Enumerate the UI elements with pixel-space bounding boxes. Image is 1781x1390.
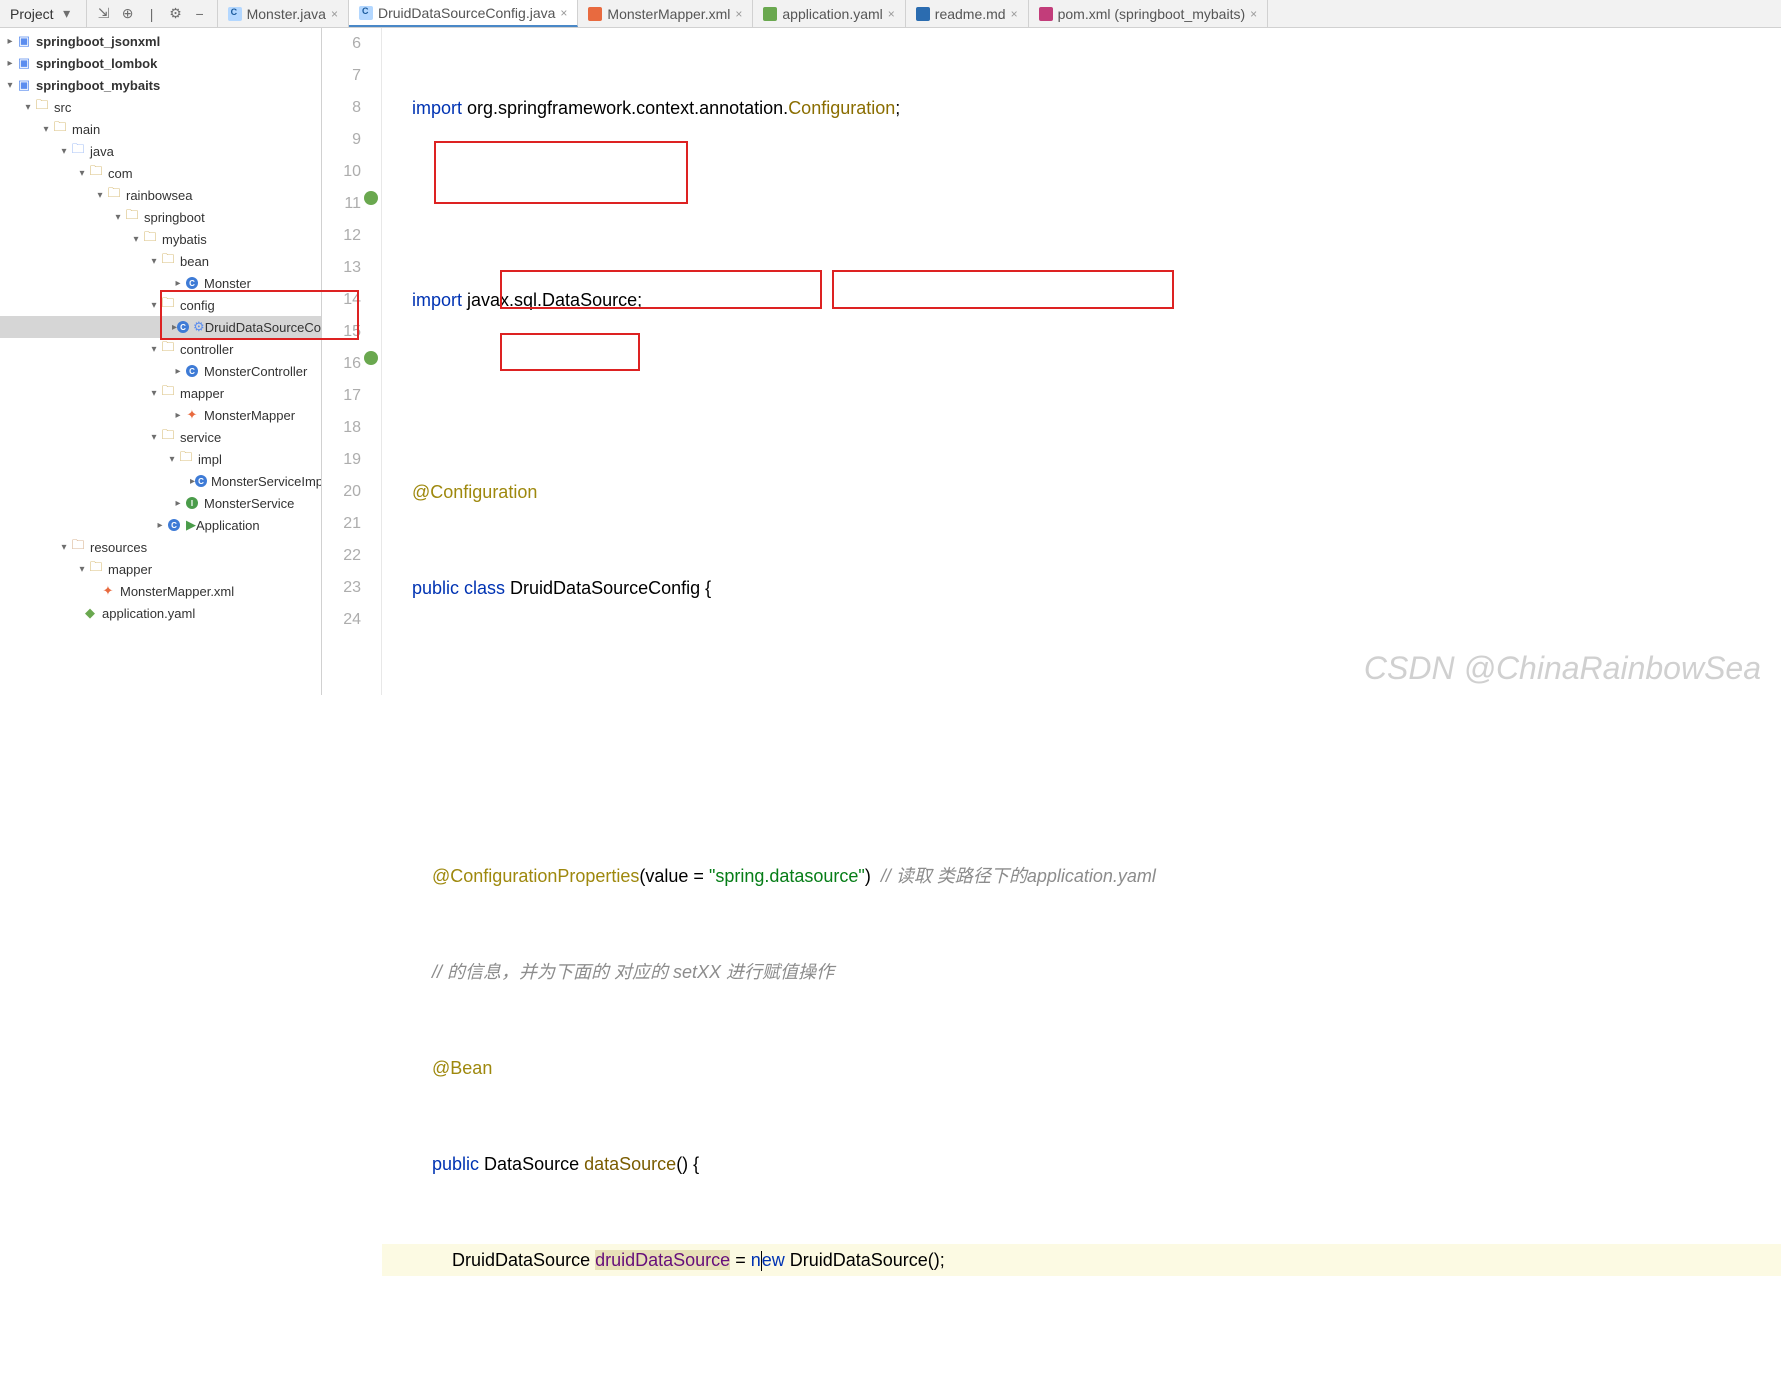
- line-number: 14: [322, 284, 361, 316]
- project-tree[interactable]: ▸▣springboot_jsonxml ▸▣springboot_lombok…: [0, 28, 321, 624]
- tree-class[interactable]: ▸CMonster: [0, 272, 321, 294]
- editor-tab[interactable]: application.yaml ×: [753, 0, 905, 27]
- tab-label: DruidDataSourceConfig.java: [378, 5, 555, 21]
- tree-module[interactable]: ▸▣springboot_lombok: [0, 52, 321, 74]
- code-editor[interactable]: 6789101112131415161718192021222324 impor…: [322, 28, 1781, 695]
- line-number: 6: [322, 28, 361, 60]
- spring-bean-icon[interactable]: [364, 351, 378, 365]
- tree-package[interactable]: ▾🗀rainbowsea: [0, 184, 321, 206]
- close-icon[interactable]: ×: [560, 6, 567, 20]
- tree-package-controller[interactable]: ▾🗀controller: [0, 338, 321, 360]
- line-number: 20: [322, 476, 361, 508]
- divider-icon: |: [143, 5, 161, 23]
- editor-tabs: Monster.java × DruidDataSourceConfig.java ×…: [218, 0, 1269, 27]
- top-toolbar: Project ▾ ⇲ ⊕ | ⚙ − Monster.java×DruidDa…: [0, 0, 1781, 28]
- tab-label: MonsterMapper.xml: [607, 6, 730, 22]
- project-label: Project: [10, 6, 54, 22]
- file-icon: [916, 7, 930, 21]
- tree-folder-src[interactable]: ▾🗀src: [0, 96, 321, 118]
- tree-file-appyaml[interactable]: ◆application.yaml: [0, 602, 321, 624]
- tree-class[interactable]: ▸✦MonsterMapper: [0, 404, 321, 426]
- line-number: 8: [322, 92, 361, 124]
- line-number: 22: [322, 540, 361, 572]
- line-number: 13: [322, 252, 361, 284]
- collapse-icon[interactable]: ⇲: [95, 5, 113, 23]
- file-icon: [1039, 7, 1053, 21]
- tab-label: Monster.java: [247, 6, 326, 22]
- line-number: 18: [322, 412, 361, 444]
- file-icon: [359, 6, 373, 20]
- line-number: 10: [322, 156, 361, 188]
- editor-tab[interactable]: readme.md ×: [906, 0, 1029, 27]
- file-icon: [228, 7, 242, 21]
- editor-tab[interactable]: Monster.java ×: [218, 0, 349, 27]
- close-icon[interactable]: ×: [1011, 7, 1018, 21]
- code-area[interactable]: import org.springframework.context.annot…: [382, 28, 1781, 695]
- line-number: 19: [322, 444, 361, 476]
- tab-label: readme.md: [935, 6, 1006, 22]
- file-icon: [763, 7, 777, 21]
- tree-module[interactable]: ▾▣springboot_mybaits: [0, 74, 321, 96]
- close-icon[interactable]: ×: [888, 7, 895, 21]
- line-number: 24: [322, 604, 361, 636]
- file-icon: [588, 7, 602, 21]
- tree-folder-mapper[interactable]: ▾🗀mapper: [0, 558, 321, 580]
- toolbar-icons: ⇲ ⊕ | ⚙ −: [87, 0, 218, 27]
- tree-file-mapperxml[interactable]: ✦MonsterMapper.xml: [0, 580, 321, 602]
- spring-bean-icon[interactable]: [364, 191, 378, 205]
- line-number: 9: [322, 124, 361, 156]
- tab-label: application.yaml: [782, 6, 882, 22]
- line-number: 12: [322, 220, 361, 252]
- editor-tab[interactable]: pom.xml (springboot_mybaits) ×: [1029, 0, 1269, 27]
- close-icon[interactable]: ×: [331, 7, 338, 21]
- hide-icon[interactable]: −: [191, 5, 209, 23]
- tree-folder-main[interactable]: ▾🗀main: [0, 118, 321, 140]
- line-number: 17: [322, 380, 361, 412]
- target-icon[interactable]: ⊕: [119, 5, 137, 23]
- tree-class[interactable]: ▸CMonsterServiceImpl: [0, 470, 321, 492]
- tree-module[interactable]: ▸▣springboot_jsonxml: [0, 30, 321, 52]
- tree-package-bean[interactable]: ▾🗀bean: [0, 250, 321, 272]
- tree-package[interactable]: ▾🗀mybatis: [0, 228, 321, 250]
- chevron-down-icon: ▾: [58, 5, 76, 23]
- tree-package[interactable]: ▾🗀springboot: [0, 206, 321, 228]
- tree-package-mapper[interactable]: ▾🗀mapper: [0, 382, 321, 404]
- editor-tab[interactable]: DruidDataSourceConfig.java ×: [349, 0, 578, 27]
- line-number: 23: [322, 572, 361, 604]
- tree-package-impl[interactable]: ▾🗀impl: [0, 448, 321, 470]
- tree-package[interactable]: ▾🗀com: [0, 162, 321, 184]
- tree-class[interactable]: ▸CMonsterController: [0, 360, 321, 382]
- tree-folder-resources[interactable]: ▾🗀resources: [0, 536, 321, 558]
- line-number: 7: [322, 60, 361, 92]
- line-number: 21: [322, 508, 361, 540]
- line-number: 11: [322, 188, 361, 220]
- main-area: ▸▣springboot_jsonxml ▸▣springboot_lombok…: [0, 28, 1781, 695]
- tree-class-druid[interactable]: ▸C⚙DruidDataSourceConfig: [0, 316, 321, 338]
- tab-label: pom.xml (springboot_mybaits): [1058, 6, 1246, 22]
- close-icon[interactable]: ×: [1250, 7, 1257, 21]
- line-number: 16: [322, 348, 361, 380]
- tree-folder-java[interactable]: ▾🗀java: [0, 140, 321, 162]
- line-number: 15: [322, 316, 361, 348]
- tree-package-service[interactable]: ▾🗀service: [0, 426, 321, 448]
- editor-tab[interactable]: MonsterMapper.xml ×: [578, 0, 753, 27]
- annotation-box-bean: [500, 333, 640, 371]
- project-dropdown[interactable]: Project ▾: [0, 0, 87, 27]
- gear-icon[interactable]: ⚙: [167, 5, 185, 23]
- tree-package-config[interactable]: ▾🗀config: [0, 294, 321, 316]
- tree-interface[interactable]: ▸IMonsterService: [0, 492, 321, 514]
- close-icon[interactable]: ×: [735, 7, 742, 21]
- tree-class-application[interactable]: ▸C▶Application: [0, 514, 321, 536]
- project-sidebar[interactable]: ▸▣springboot_jsonxml ▸▣springboot_lombok…: [0, 28, 322, 695]
